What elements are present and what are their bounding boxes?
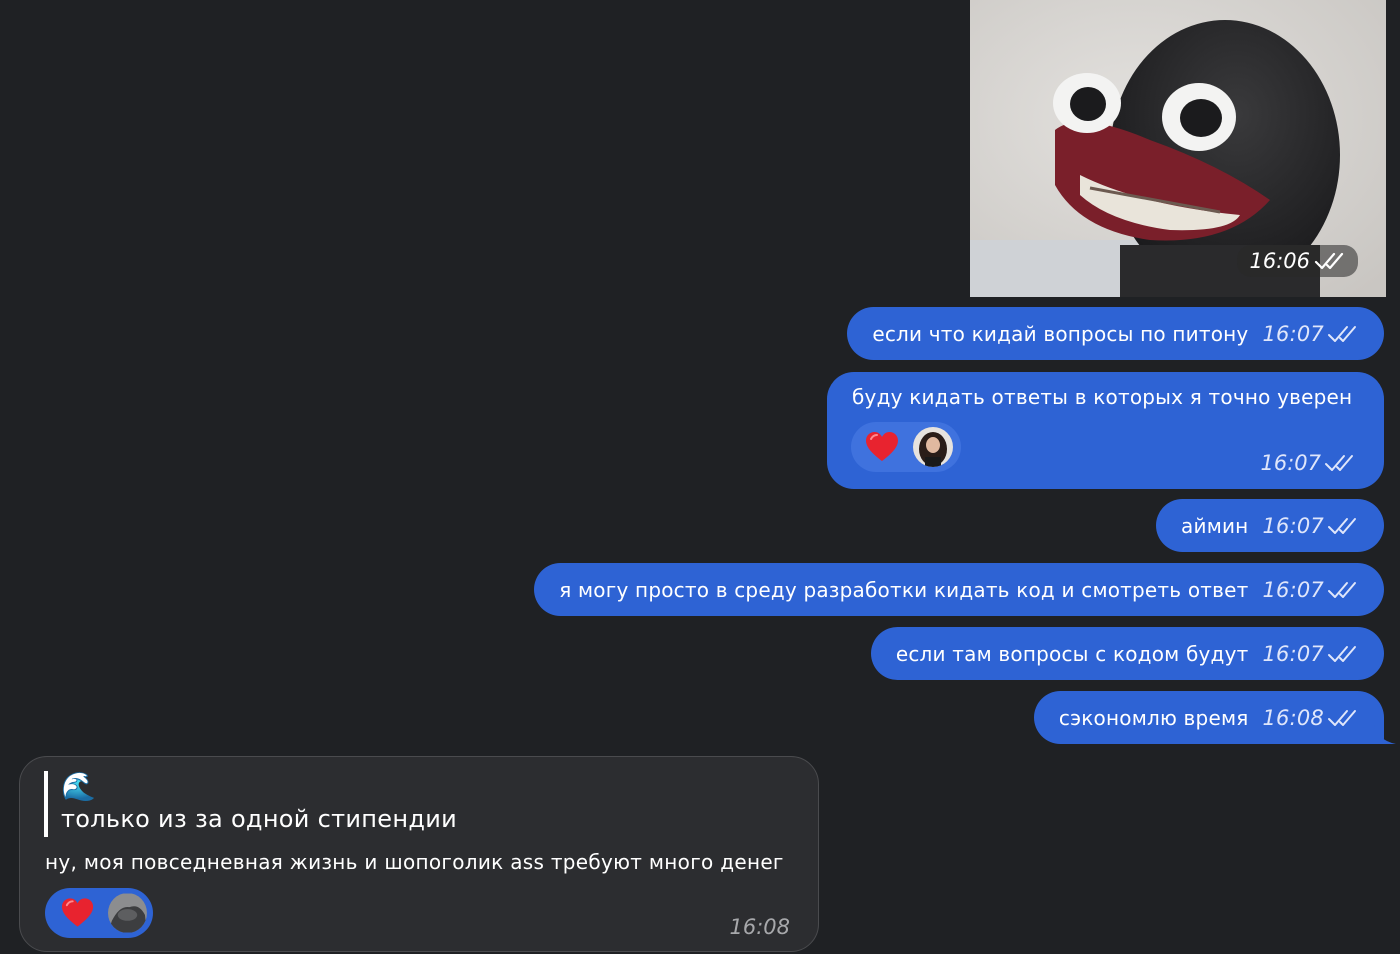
time-text: 16:08 [1262, 705, 1324, 730]
wave-emoji: 🌊 [61, 770, 96, 803]
avatar [108, 893, 147, 933]
time-text: 16:07 [1262, 641, 1324, 666]
reply-quote[interactable]: 🌊 только из за одной стипендии [44, 771, 457, 837]
message-text: я могу просто в среду разработки кидать … [559, 577, 1249, 602]
message-time: 16:07 [1262, 514, 1359, 538]
message-time: 16:07 [1262, 642, 1359, 666]
double-check-icon [1328, 709, 1356, 726]
outgoing-message[interactable]: если что кидай вопросы по питону 16:07 [847, 307, 1384, 360]
message-time: 16:07 [1262, 322, 1359, 346]
message-text: если там вопросы с кодом будут [895, 641, 1249, 666]
double-check-icon [1328, 325, 1356, 342]
outgoing-message[interactable]: буду кидать ответы в которых я точно уве… [827, 372, 1384, 489]
message-time: 16:07 [1260, 451, 1356, 475]
reaction-chip[interactable] [851, 422, 961, 472]
double-check-icon [1328, 517, 1356, 534]
double-check-icon [1314, 252, 1344, 270]
message-text: если что кидай вопросы по питону [872, 321, 1249, 346]
photo-time-text: 16:06 [1249, 249, 1310, 273]
message-time: 16:08 [1262, 706, 1359, 730]
message-text: сэкономлю время [1058, 705, 1249, 730]
quoted-text: только из за одной стипендии [61, 805, 458, 833]
photo-message[interactable]: 16:06 [970, 0, 1386, 297]
message-text: буду кидать ответы в которых я точно уве… [852, 385, 1353, 409]
time-text: 16:07 [1262, 321, 1324, 346]
message-time: 16:07 [1262, 578, 1359, 602]
outgoing-message[interactable]: если там вопросы с кодом будут 16:07 [870, 627, 1384, 680]
outgoing-message[interactable]: аймин 16:07 [1156, 499, 1384, 552]
outgoing-message[interactable]: я могу просто в среду разработки кидать … [534, 563, 1384, 616]
avatar [913, 427, 953, 467]
heart-icon [61, 898, 94, 927]
double-check-icon [1325, 455, 1353, 471]
time-text: 16:07 [1260, 451, 1321, 475]
double-check-icon [1328, 581, 1356, 598]
bubble-tail [1374, 722, 1396, 744]
heart-icon [866, 432, 898, 461]
time-text: 16:07 [1262, 513, 1324, 538]
reaction-chip[interactable] [45, 888, 153, 938]
photo-timestamp: 16:06 [1237, 245, 1358, 277]
outgoing-message[interactable]: сэкономлю время 16:08 [1033, 691, 1396, 744]
time-text: 16:07 [1262, 577, 1324, 602]
double-check-icon [1328, 645, 1356, 662]
incoming-message[interactable]: 🌊 только из за одной стипендии ну, моя п… [19, 756, 819, 952]
message-text: аймин [1181, 513, 1249, 538]
message-time: 16:08 [729, 915, 790, 939]
message-text: ну, моя повседневная жизнь и шопоголик a… [45, 850, 784, 874]
chat-view: 16:06 если что кидай вопросы по питону 1… [0, 0, 1400, 954]
